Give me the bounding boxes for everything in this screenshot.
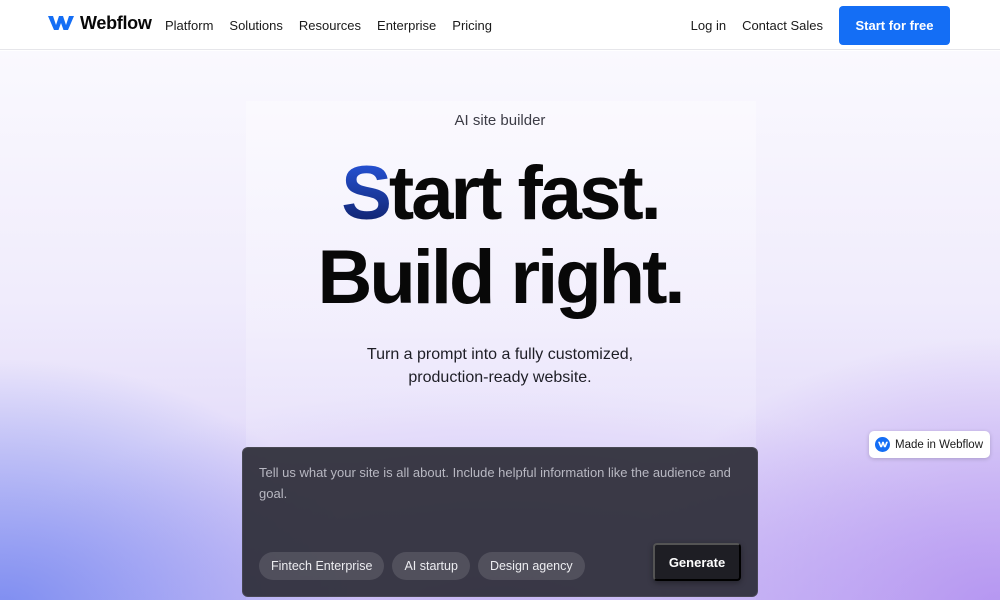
prompt-suggestions: Fintech Enterprise AI startup Design age…: [259, 552, 585, 580]
generate-button[interactable]: Generate: [653, 543, 741, 581]
start-for-free-button[interactable]: Start for free: [839, 5, 950, 45]
headline-line-2: Build right.: [317, 235, 685, 320]
login-link[interactable]: Log in: [691, 18, 726, 33]
subhead-line-1: Turn a prompt into a fully customized,: [366, 346, 634, 363]
headline-accent-letter: S: [341, 151, 392, 236]
nav-item-solutions[interactable]: Solutions: [229, 18, 282, 33]
headline-line-1: tart fast.: [388, 151, 662, 236]
nav-item-resources[interactable]: Resources: [299, 18, 361, 33]
hero-section: AI site builder Start fast. Build right.…: [0, 51, 1000, 600]
nav-item-pricing[interactable]: Pricing: [452, 18, 492, 33]
webflow-logo-icon: [875, 437, 890, 452]
chip-design-agency[interactable]: Design agency: [477, 552, 585, 580]
hero-eyebrow: AI site builder: [454, 112, 546, 129]
site-prompt-input[interactable]: [259, 462, 743, 522]
nav-item-platform[interactable]: Platform: [165, 18, 213, 33]
webflow-logo-icon: [48, 16, 74, 30]
made-in-webflow-badge[interactable]: Made in Webflow: [869, 431, 990, 458]
primary-nav: Platform Solutions Resources Enterprise …: [165, 0, 492, 50]
webflow-logo-link[interactable]: Webflow: [48, 12, 152, 34]
brand-name: Webflow: [80, 12, 152, 33]
top-navigation: Webflow Platform Solutions Resources Ent…: [0, 0, 1000, 50]
chip-ai-startup[interactable]: AI startup: [392, 552, 470, 580]
badge-label: Made in Webflow: [895, 438, 983, 451]
subhead-line-2: production-ready website.: [408, 369, 592, 386]
nav-item-enterprise[interactable]: Enterprise: [377, 18, 436, 33]
hero-headline: Start fast. Build right.: [0, 152, 1000, 320]
contact-sales-link[interactable]: Contact Sales: [742, 18, 823, 33]
prompt-box: Fintech Enterprise AI startup Design age…: [242, 447, 758, 597]
nav-actions: Log in Contact Sales Start for free: [691, 0, 950, 50]
hero-subhead: Turn a prompt into a fully customized, p…: [0, 343, 1000, 389]
chip-fintech-enterprise[interactable]: Fintech Enterprise: [259, 552, 385, 580]
